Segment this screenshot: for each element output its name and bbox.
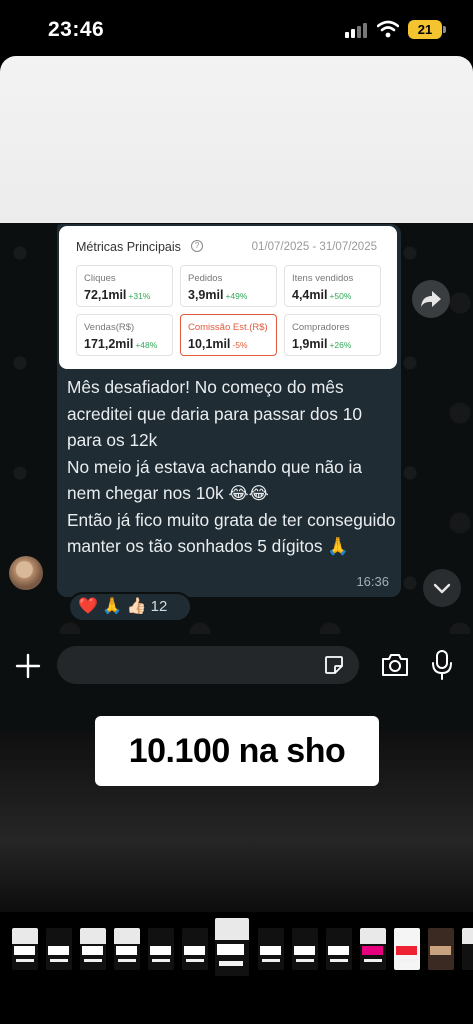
wifi-icon (377, 20, 399, 38)
sticker-icon[interactable] (323, 654, 345, 676)
reaction-count: 12 (150, 598, 168, 615)
thumbnail[interactable] (148, 928, 174, 970)
metric-comissao: Comissão Est.(R$) 10,1mil -5% (180, 314, 277, 356)
thumbnail[interactable] (80, 928, 106, 970)
thumbnail[interactable] (258, 928, 284, 970)
metric-label: Comissão Est.(R$) (188, 322, 268, 333)
scroll-down-button[interactable] (423, 569, 461, 607)
forward-icon (421, 291, 441, 307)
thumbnail[interactable] (182, 928, 208, 970)
chevron-down-icon (433, 583, 451, 594)
info-icon: ? (191, 240, 203, 252)
metric-label: Cliques (84, 273, 116, 284)
metrics-title: Métricas Principais (76, 240, 181, 254)
camera-icon[interactable] (380, 652, 410, 678)
reactions-pill[interactable]: ❤️ 🙏 👍🏻 12 (68, 592, 192, 622)
metric-label: Pedidos (188, 273, 223, 284)
battery-tip (443, 26, 446, 33)
battery-icon: 21 (408, 20, 442, 39)
thumbnail[interactable] (46, 928, 72, 970)
metric-value: 10,1mil -5% (188, 337, 248, 351)
avatar[interactable] (9, 556, 43, 590)
thumbnail[interactable] (462, 928, 473, 970)
message-time: 16:36 (356, 574, 389, 589)
status-bar: 23:46 21 (0, 0, 473, 56)
metric-label: Itens vendidos (292, 273, 354, 284)
metric-value: 1,9mil +26% (292, 337, 352, 351)
metric-cliques: Cliques 72,1mil +31% (76, 265, 173, 307)
message-bubble[interactable]: Métricas Principais ? 01/07/2025 - 31/07… (57, 224, 401, 597)
story-caption: 10.100 na sho (95, 716, 379, 786)
message-input[interactable] (57, 646, 359, 684)
thumbnail[interactable] (428, 928, 454, 970)
reaction-emojis: ❤️ 🙏 👍🏻 (78, 598, 147, 615)
signal-icon (345, 22, 369, 38)
story-thumbnail-strip (0, 918, 473, 978)
plus-icon[interactable] (14, 652, 42, 680)
thumbnail[interactable] (114, 928, 140, 970)
metric-pedidos: Pedidos 3,9mil +49% (180, 265, 277, 307)
metric-vendas: Vendas(R$) 171,2mil +48% (76, 314, 173, 356)
mic-icon[interactable] (430, 649, 454, 681)
metric-label: Compradores (292, 322, 350, 333)
thumbnail[interactable] (394, 928, 420, 970)
thumbnail[interactable] (292, 928, 318, 970)
chat-screen: Métricas Principais ? 01/07/2025 - 31/07… (0, 56, 473, 732)
thumbnail[interactable] (12, 928, 38, 970)
thumbnail[interactable] (326, 928, 352, 970)
forward-button[interactable] (412, 280, 450, 318)
metric-value: 72,1mil +31% (84, 288, 151, 302)
metrics-date-range: 01/07/2025 - 31/07/2025 (251, 241, 377, 253)
thumbnail-selected[interactable] (215, 918, 249, 976)
metric-value: 4,4mil +50% (292, 288, 352, 302)
metric-value: 3,9mil +49% (188, 288, 248, 302)
metric-compradores: Compradores 1,9mil +26% (284, 314, 381, 356)
thumbnail[interactable] (360, 928, 386, 970)
blank-header-area (0, 56, 473, 223)
metric-label: Vendas(R$) (84, 322, 135, 333)
metrics-image[interactable]: Métricas Principais ? 01/07/2025 - 31/07… (59, 226, 397, 369)
metric-value: 171,2mil +48% (84, 337, 158, 351)
message-text: Mês desafiador! No começo do mês acredit… (67, 377, 396, 556)
status-time: 23:46 (48, 18, 105, 41)
metric-itens-vendidos: Itens vendidos 4,4mil +50% (284, 265, 381, 307)
